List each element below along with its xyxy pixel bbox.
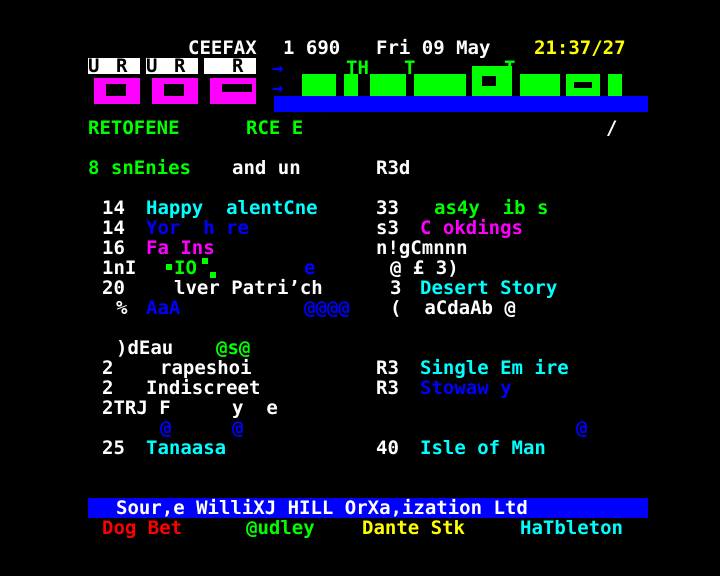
result-at: @: [232, 417, 244, 439]
logo-letter: R: [232, 55, 244, 77]
result-num: R3: [376, 377, 399, 399]
logo-letter: R: [174, 55, 186, 77]
result-num: 2TRJ F: [102, 397, 171, 419]
runner-name: AaA: [146, 297, 181, 319]
runner-odds: e: [304, 257, 316, 279]
runner-name: C okdings: [420, 217, 523, 239]
runner-odds: 14: [102, 217, 125, 239]
runner-odds: s3: [376, 217, 399, 239]
title-overlay-letter: T: [504, 57, 516, 79]
result-num: 2: [102, 377, 114, 399]
section-heading-right: /: [606, 117, 618, 139]
runner-name: Fa Ins: [146, 237, 215, 259]
runner-name: ( aCdaAb @: [390, 297, 516, 319]
runner-odds: @@@@: [304, 297, 350, 319]
runner-odds: 1nI: [102, 257, 137, 279]
runner-odds: 20: [102, 277, 125, 299]
runner-name: as4y ib s: [434, 197, 549, 219]
page-number: 1 690: [283, 37, 341, 59]
runner-odds: 16: [102, 237, 125, 259]
section-heading: RETOFENE: [88, 117, 180, 139]
race-title-mid: and un: [232, 157, 301, 179]
runner-odds: 33: [376, 197, 399, 219]
logo-letter: R: [116, 55, 128, 77]
fastext-link-green[interactable]: @udley: [246, 518, 315, 538]
result-name: Tanaasa: [146, 437, 227, 459]
runner-name: Desert Story: [420, 277, 558, 299]
result-name: Single Em ire: [420, 357, 569, 379]
runner-odds: n!gCmnnn: [376, 237, 468, 259]
result-at: @: [576, 417, 588, 439]
logo-letter: U: [88, 55, 100, 77]
title-overlay-letter: U: [390, 77, 402, 99]
fastext-link-cyan[interactable]: HaTbleton: [520, 518, 623, 538]
result-name: y e: [232, 397, 278, 419]
runner-name: Happy alentCne: [146, 197, 318, 219]
result-num: 40: [376, 437, 399, 459]
title-overlay-letter: TH: [346, 57, 369, 79]
section-title-mid: @s@: [216, 337, 251, 359]
fastext-link-yellow[interactable]: Dante Stk: [362, 518, 465, 538]
arrow-right-icon: →: [272, 77, 284, 99]
title-overlay-letter: J: [318, 95, 330, 117]
race-title: 8 snEnies: [88, 157, 191, 179]
runner-odds: 14: [102, 197, 125, 219]
result-name: Stowaw y: [420, 377, 512, 399]
fastext-link-red[interactable]: Dog Bet: [102, 518, 182, 538]
header-date: Fri 09 May: [376, 37, 491, 59]
result-name: Indiscreet: [146, 377, 261, 399]
header-time: 21:37/27: [534, 37, 626, 59]
section-heading-mid: RCE E: [246, 117, 304, 139]
runner-name: @ £ 3): [390, 257, 459, 279]
runner-name: Yor h re: [146, 217, 249, 239]
arrow-right-icon: →: [272, 57, 284, 79]
result-at: @: [160, 417, 172, 439]
result-num: R3: [376, 357, 399, 379]
race-title-right: R3d: [376, 157, 411, 179]
source-credit: Sour,e WilliXJ HILL OrXa,ization Ltd: [116, 497, 528, 519]
service-name: CEEFAX: [188, 37, 257, 59]
result-num: 25: [102, 437, 125, 459]
runner-name: lver Patri’ch: [174, 277, 323, 299]
result-name: Isle of Man: [420, 437, 546, 459]
runner-odds: 3: [390, 277, 402, 299]
runner-odds: %: [116, 297, 128, 319]
title-overlay-letter: I: [360, 95, 372, 117]
runner-name: IO: [174, 257, 197, 279]
result-name: rapeshoi: [160, 357, 252, 379]
result-num: 2: [102, 357, 114, 379]
section-title: )dEau: [116, 337, 174, 359]
logo-letter: U: [146, 55, 158, 77]
title-overlay-letter: T: [404, 57, 416, 79]
